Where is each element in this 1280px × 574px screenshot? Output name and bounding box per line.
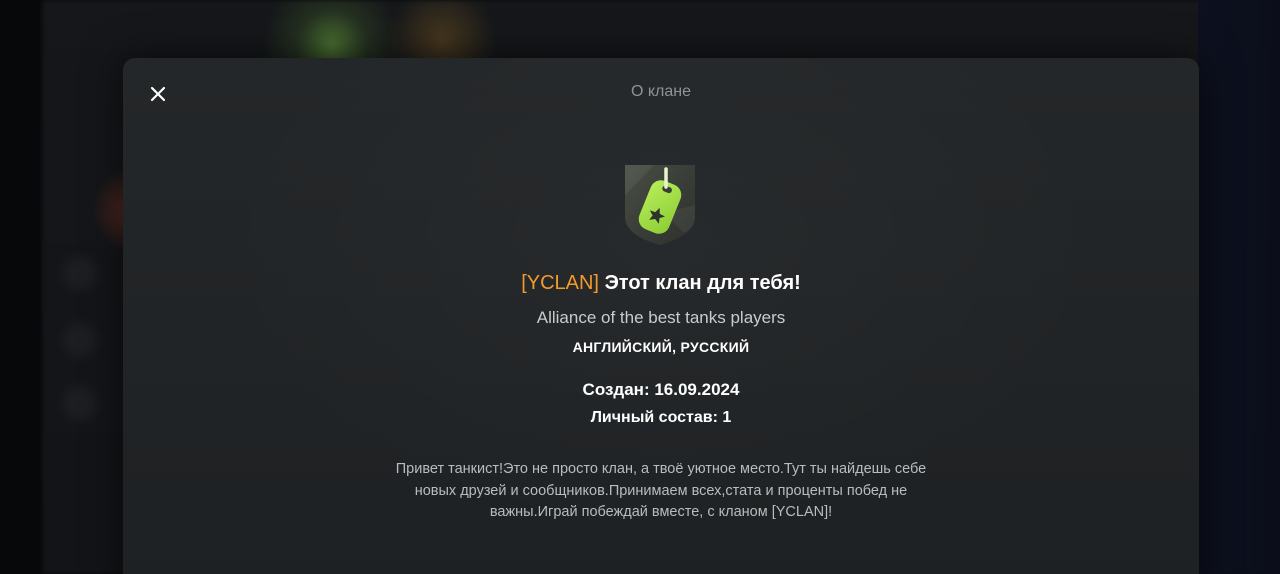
members-label: Личный состав: [590,409,718,426]
clan-heading: [YCLAN] Этот клан для тебя! [123,272,1199,295]
clan-emblem [624,165,696,245]
screen: О клане [YCLAN] Этот клан для тебя! Alli… [0,0,1280,574]
clan-languages: АНГЛИЙСКИЙ, РУССКИЙ [572,339,750,355]
clan-tag: [YCLAN] [521,272,599,294]
background-blur-shape [62,322,98,358]
clan-members: Личный состав: 1 [123,409,1199,427]
clan-created: Создан: 16.09.2024 [123,380,1199,400]
background-blur-shape [62,255,98,291]
clan-description: Привет танкист!Это не просто клан, а тво… [395,461,927,520]
clan-name: Этот клан для тебя! [604,272,801,294]
created-value: 16.09.2024 [654,380,740,399]
background-blur-shape [62,385,98,421]
dog-tag-star-icon [625,165,695,245]
clan-info-modal: О клане [YCLAN] Этот клан для тебя! Alli… [123,58,1199,574]
members-value: 1 [722,409,732,426]
background-right-edge [1198,0,1280,574]
created-label: Создан: [582,380,650,399]
modal-title: О клане [630,83,692,100]
clan-motto: Alliance of the best tanks players [536,308,786,327]
